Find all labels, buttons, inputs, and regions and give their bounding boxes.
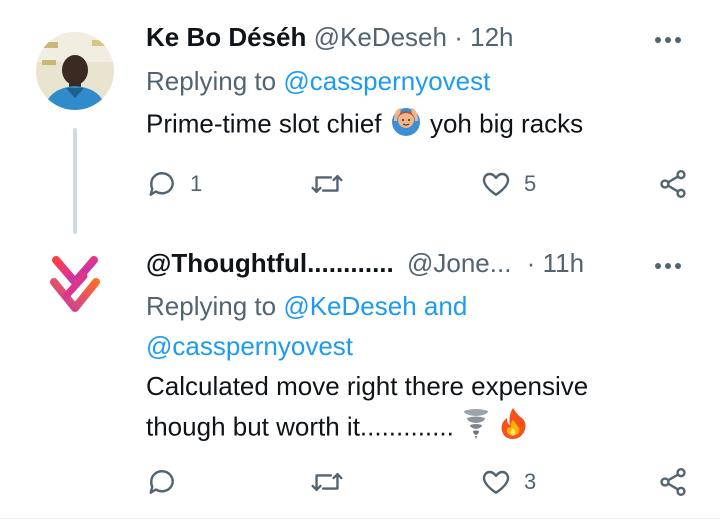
share-icon xyxy=(660,468,686,496)
tweet-2[interactable]: @Thoughtful............ @Jone... · 11h R… xyxy=(0,240,720,518)
timestamp[interactable]: 11h xyxy=(543,248,584,278)
tweet-actions: 3 xyxy=(146,462,706,502)
replying-to: Replying to @KeDeseh and @casspernyovest xyxy=(146,286,467,366)
handle[interactable]: @Jone... xyxy=(407,248,511,278)
like-button[interactable]: 5 xyxy=(480,164,536,204)
retweet-icon xyxy=(311,472,343,492)
reply-icon xyxy=(149,470,174,494)
share-icon xyxy=(660,170,686,198)
like-button[interactable]: 3 xyxy=(480,462,536,502)
reply-count: 1 xyxy=(190,171,203,196)
heart-icon xyxy=(482,470,510,494)
replying-prefix: Replying to xyxy=(146,66,277,96)
tornado-emoji xyxy=(461,407,491,450)
reply-button[interactable]: 1 xyxy=(146,164,202,204)
reply-icon xyxy=(149,172,174,196)
tweet-text: Prime-time slot chief yoh big racks xyxy=(146,103,583,148)
display-name[interactable]: Ke Bo Déséh xyxy=(146,22,306,52)
avatar[interactable] xyxy=(36,32,114,110)
separator-dot: · xyxy=(526,248,536,278)
retweet-button[interactable] xyxy=(310,462,356,502)
like-count: 5 xyxy=(524,171,537,196)
divider xyxy=(0,518,720,519)
mention-link[interactable]: @casspernyovest xyxy=(146,331,353,361)
tweet-text-line2: though but worth it............. xyxy=(146,411,454,442)
mention-link[interactable]: @KeDeseh xyxy=(283,291,416,321)
like-count: 3 xyxy=(524,469,537,494)
heart-icon xyxy=(482,172,510,196)
more-options-icon[interactable] xyxy=(648,30,688,50)
timestamp[interactable]: 12h xyxy=(470,22,513,52)
tweet-header: Ke Bo Déséh @KeDeseh · 12h xyxy=(146,22,514,53)
tweet-1[interactable]: Ke Bo Déséh @KeDeseh · 12h Replying to @… xyxy=(0,0,720,240)
replying-to: Replying to @casspernyovest xyxy=(146,66,490,97)
more-options-icon[interactable] xyxy=(648,256,688,276)
tweet-actions: 1 5 xyxy=(146,164,706,204)
reply-button[interactable] xyxy=(146,462,190,502)
avatar-photo xyxy=(36,32,114,110)
retweet-button[interactable] xyxy=(310,164,356,204)
replying-prefix: Replying to xyxy=(146,291,277,321)
share-button[interactable] xyxy=(656,164,690,204)
retweet-icon xyxy=(311,174,343,194)
handle[interactable]: @KeDeseh xyxy=(314,22,447,52)
tweet-text-line1: Calculated move right there expensive xyxy=(146,371,589,401)
display-name[interactable]: @Thoughtful............ xyxy=(146,248,394,278)
avatar[interactable] xyxy=(36,246,114,324)
person-gesturing-ok-emoji xyxy=(389,103,423,148)
tweet-text: Calculated move right there expensive th… xyxy=(146,366,588,451)
avatar-logo xyxy=(50,256,100,312)
tweet-header: @Thoughtful............ @Jone... · 11h xyxy=(146,248,584,279)
tweet-text-part1: Prime-time slot chief xyxy=(146,108,382,139)
share-button[interactable] xyxy=(656,462,690,502)
mention-link[interactable]: @casspernyovest xyxy=(283,66,490,96)
tweet-text-part2: yoh big racks xyxy=(429,108,584,139)
fire-emoji xyxy=(498,406,528,451)
replying-and[interactable]: and xyxy=(424,291,467,321)
separator-dot: · xyxy=(454,22,463,52)
